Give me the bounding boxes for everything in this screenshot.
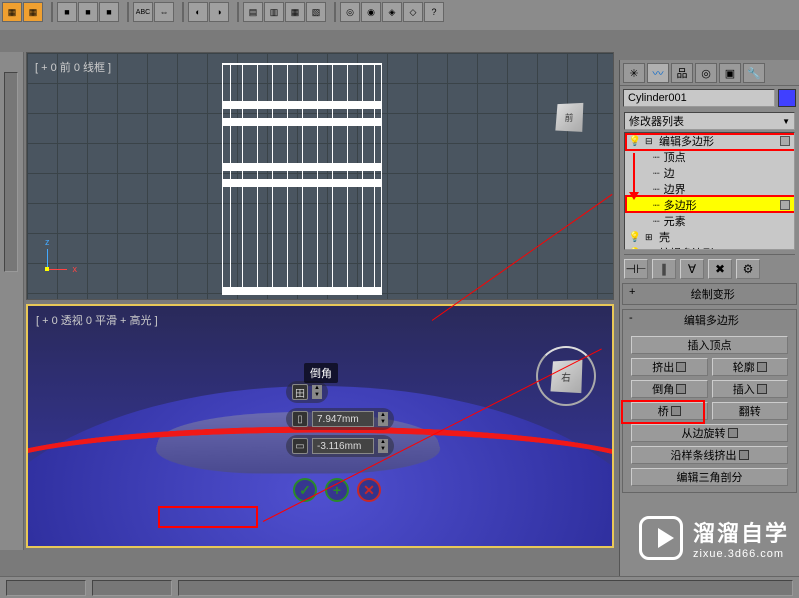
tb-btn-5[interactable]: ■ xyxy=(99,2,119,22)
eye-icon: 💡 xyxy=(629,231,641,243)
object-name-field[interactable]: Cylinder001 xyxy=(623,89,775,107)
slider-track[interactable] xyxy=(4,72,18,272)
inset-button[interactable]: 插入 xyxy=(712,380,789,398)
apply-button[interactable]: + xyxy=(325,478,349,502)
watermark-title: 溜溜自学 xyxy=(693,516,789,548)
tb-btn-abc[interactable]: ABC xyxy=(133,2,153,22)
tb-btn-16[interactable]: ◇ xyxy=(403,2,423,22)
annotation-box-rim xyxy=(158,506,258,528)
extrude-spline-button[interactable]: 沿样条线挤出 xyxy=(631,446,788,464)
stack-item-shell[interactable]: 💡⊞ 壳 xyxy=(625,229,794,245)
bevel-button[interactable]: 倒角 xyxy=(631,380,708,398)
tb-btn-1[interactable]: ▦ xyxy=(2,2,22,22)
tb-btn-9[interactable]: ▤ xyxy=(243,2,263,22)
rollout-draw-deform: +绘制变形 xyxy=(622,283,797,305)
edit-tri-button[interactable]: 编辑三角剖分 xyxy=(631,468,788,486)
tab-display[interactable]: ▣ xyxy=(719,63,741,83)
stack-item-element[interactable]: ┈元素 xyxy=(625,213,794,229)
viewport-front-label: [ + 0 前 0 线框 ] xyxy=(35,59,111,75)
caddy-outline-icon[interactable]: ▭ xyxy=(292,438,308,454)
stack-toolbar: ⊣⊢ ∥ ∀ ✖ ⚙ xyxy=(624,254,795,279)
tab-create[interactable]: ✳ xyxy=(623,63,645,83)
play-icon xyxy=(639,516,683,560)
wireframe-model xyxy=(222,63,382,295)
tb-btn-17[interactable]: ? xyxy=(424,2,444,22)
tb-btn-8[interactable]: ◑ xyxy=(209,2,229,22)
caddy-type-icon[interactable]: 田 xyxy=(292,384,308,400)
eye-icon: 💡 xyxy=(629,247,641,250)
viewcube-persp-face[interactable]: 右 xyxy=(550,360,582,393)
watermark: 溜溜自学 zixue.3d66.com xyxy=(639,516,789,560)
viewport-perspective[interactable]: [ + 0 透视 0 平滑 + 高光 ] 倒角 田 ▲▼ ▯ 7.947mm ▲… xyxy=(26,304,614,548)
spin-edge-button[interactable]: 从边旋转 xyxy=(631,424,788,442)
caddy-height-icon[interactable]: ▯ xyxy=(292,411,308,427)
status-field-2 xyxy=(92,580,172,596)
tab-hierarchy[interactable]: 品 xyxy=(671,63,693,83)
viewport-front[interactable]: [ + 0 前 0 线框 ] 前 xyxy=(26,52,614,300)
main-toolbar: ▦ ▦ ■ ■ ■ ABC ⇔ ◐ ◑ ▤ ▥ ▦ ▧ ◎ ◉ ◈ ◇ ? xyxy=(0,0,799,30)
caddy-spinners: 倒角 田 ▲▼ ▯ 7.947mm ▲▼ ▭ -3.116mm ▲▼ xyxy=(286,361,394,457)
extrude-button[interactable]: 挤出 xyxy=(631,358,708,376)
viewport-persp-label: [ + 0 透视 0 平滑 + 高光 ] xyxy=(36,312,158,328)
status-field-1 xyxy=(6,580,86,596)
axis-gizmo xyxy=(37,249,77,289)
tb-btn-7[interactable]: ◐ xyxy=(188,2,208,22)
tb-btn-13[interactable]: ◎ xyxy=(340,2,360,22)
annotation-box-bevel xyxy=(621,400,705,424)
caddy-value-2[interactable]: -3.116mm xyxy=(312,438,374,454)
modifier-list-dropdown[interactable]: 修改器列表 xyxy=(624,112,795,130)
tb-btn-mirror[interactable]: ⇔ xyxy=(154,2,174,22)
object-color-swatch[interactable] xyxy=(778,89,796,107)
tb-btn-2[interactable]: ▦ xyxy=(23,2,43,22)
tb-btn-14[interactable]: ◉ xyxy=(361,2,381,22)
tb-btn-10[interactable]: ▥ xyxy=(264,2,284,22)
rollout-head-draw[interactable]: +绘制变形 xyxy=(623,284,796,304)
remove-mod-button[interactable]: ✖ xyxy=(708,259,732,279)
timeline-slider xyxy=(0,52,24,550)
annotation-box-editpoly xyxy=(625,133,795,151)
unique-button[interactable]: ∀ xyxy=(680,259,704,279)
status-bar xyxy=(0,576,799,598)
status-field-3 xyxy=(178,580,793,596)
tb-btn-12[interactable]: ▧ xyxy=(306,2,326,22)
annotation-arrow-mod xyxy=(633,153,635,195)
viewcube-face[interactable]: 前 xyxy=(555,103,583,132)
stack-item-editpoly2[interactable]: 💡⊞ 编辑多边形 xyxy=(625,245,794,250)
show-end-button[interactable]: ∥ xyxy=(652,259,676,279)
viewcube-front[interactable]: 前 xyxy=(555,103,591,139)
cancel-button[interactable]: ✕ xyxy=(357,478,381,502)
modifier-stack[interactable]: 💡⊟ 编辑多边形 ┈顶点 ┈边 ┈边界 ┈多边形 ┈元素 💡⊞ 壳 💡⊞ 编辑多… xyxy=(624,132,795,250)
caddy-value-1[interactable]: 7.947mm xyxy=(312,411,374,427)
panel-tabs: ✳ 〰 品 ◎ ▣ 🔧 xyxy=(620,60,799,86)
config-button[interactable]: ⚙ xyxy=(736,259,760,279)
insert-vertex-button[interactable]: 插入顶点 xyxy=(631,336,788,354)
annotation-box-polygon xyxy=(625,195,795,213)
rollout-head-editpoly[interactable]: -编辑多边形 xyxy=(623,310,796,330)
tb-btn-15[interactable]: ◈ xyxy=(382,2,402,22)
stack-item-vertex[interactable]: ┈顶点 xyxy=(625,149,794,165)
stack-item-edge[interactable]: ┈边 xyxy=(625,165,794,181)
watermark-url: zixue.3d66.com xyxy=(693,548,789,560)
tb-btn-11[interactable]: ▦ xyxy=(285,2,305,22)
flip-button[interactable]: 翻转 xyxy=(712,402,789,420)
tb-btn-3[interactable]: ■ xyxy=(57,2,77,22)
outline-button[interactable]: 轮廓 xyxy=(712,358,789,376)
tab-modify[interactable]: 〰 xyxy=(647,63,669,83)
pin-stack-button[interactable]: ⊣⊢ xyxy=(624,259,648,279)
tab-motion[interactable]: ◎ xyxy=(695,63,717,83)
caddy-title: 倒角 xyxy=(304,363,338,383)
tab-utilities[interactable]: 🔧 xyxy=(743,63,765,83)
tb-btn-4[interactable]: ■ xyxy=(78,2,98,22)
